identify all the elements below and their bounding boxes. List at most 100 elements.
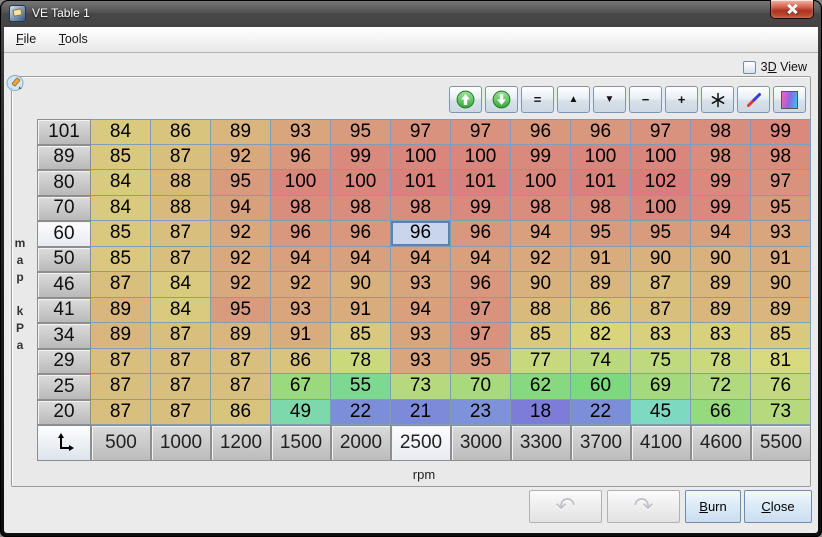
ve-cell[interactable]: 72 bbox=[691, 374, 751, 400]
rpm-col-header[interactable]: 3000 bbox=[451, 425, 511, 461]
burn-button[interactable]: Burn bbox=[685, 490, 741, 523]
menu-tools[interactable]: Tools bbox=[50, 27, 97, 46]
map-row-header[interactable]: 29 bbox=[37, 348, 91, 374]
ve-cell[interactable]: 99 bbox=[331, 144, 391, 170]
ve-cell[interactable]: 95 bbox=[211, 170, 271, 196]
ve-cell[interactable]: 101 bbox=[451, 170, 511, 196]
ve-cell[interactable]: 66 bbox=[691, 399, 751, 425]
ve-cell[interactable]: 93 bbox=[751, 221, 811, 247]
map-row-header[interactable]: 41 bbox=[37, 297, 91, 323]
subtract-button[interactable]: − bbox=[629, 86, 662, 113]
ve-cell[interactable]: 96 bbox=[451, 221, 511, 247]
rpm-col-header[interactable]: 3300 bbox=[511, 425, 571, 461]
close-window-button[interactable]: Close bbox=[744, 490, 812, 523]
ve-cell[interactable]: 99 bbox=[691, 195, 751, 221]
ve-cell[interactable]: 97 bbox=[391, 119, 451, 145]
ve-cell[interactable]: 95 bbox=[631, 221, 691, 247]
scale-up-button[interactable] bbox=[449, 86, 482, 113]
ve-cell[interactable]: 92 bbox=[211, 246, 271, 272]
ve-cell[interactable]: 96 bbox=[511, 119, 571, 145]
ve-cell[interactable]: 98 bbox=[391, 195, 451, 221]
ve-cell[interactable]: 99 bbox=[451, 195, 511, 221]
ve-cell[interactable]: 85 bbox=[91, 221, 151, 247]
ve-cell[interactable]: 77 bbox=[511, 348, 571, 374]
ve-cell[interactable]: 87 bbox=[151, 323, 211, 349]
ve-cell[interactable]: 86 bbox=[271, 348, 331, 374]
ve-cell[interactable]: 78 bbox=[331, 348, 391, 374]
ve-cell[interactable]: 87 bbox=[211, 374, 271, 400]
ve-cell[interactable]: 83 bbox=[691, 323, 751, 349]
ve-cell[interactable]: 91 bbox=[571, 246, 631, 272]
ve-cell[interactable]: 94 bbox=[211, 195, 271, 221]
ve-cell[interactable]: 100 bbox=[271, 170, 331, 196]
ve-cell[interactable]: 89 bbox=[211, 323, 271, 349]
ve-cell[interactable]: 18 bbox=[511, 399, 571, 425]
redo-button[interactable]: ↷ bbox=[607, 490, 680, 523]
decrement-button[interactable]: ▼ bbox=[593, 86, 626, 113]
increment-button[interactable]: ▲ bbox=[557, 86, 590, 113]
ve-cell-selected[interactable]: 96 bbox=[391, 221, 451, 247]
ve-cell[interactable]: 22 bbox=[571, 399, 631, 425]
ve-cell[interactable]: 87 bbox=[631, 272, 691, 298]
ve-cell[interactable]: 93 bbox=[271, 297, 331, 323]
ve-cell[interactable]: 98 bbox=[331, 195, 391, 221]
ve-cell[interactable]: 93 bbox=[391, 272, 451, 298]
map-row-header[interactable]: 50 bbox=[37, 246, 91, 272]
ve-cell[interactable]: 90 bbox=[751, 272, 811, 298]
ve-cell[interactable]: 96 bbox=[271, 221, 331, 247]
ve-cell[interactable]: 86 bbox=[571, 297, 631, 323]
ve-cell[interactable]: 94 bbox=[391, 297, 451, 323]
ve-cell[interactable]: 97 bbox=[631, 119, 691, 145]
ve-cell[interactable]: 84 bbox=[91, 119, 151, 145]
ve-cell[interactable]: 98 bbox=[511, 195, 571, 221]
ve-cell[interactable]: 94 bbox=[391, 246, 451, 272]
ve-cell[interactable]: 73 bbox=[751, 399, 811, 425]
ve-cell[interactable]: 87 bbox=[91, 348, 151, 374]
ve-cell[interactable]: 90 bbox=[331, 272, 391, 298]
ve-cell[interactable]: 84 bbox=[151, 297, 211, 323]
map-row-header[interactable]: 101 bbox=[37, 119, 91, 145]
ve-cell[interactable]: 96 bbox=[271, 144, 331, 170]
ve-cell[interactable]: 91 bbox=[751, 246, 811, 272]
ve-cell[interactable]: 100 bbox=[451, 144, 511, 170]
ve-cell[interactable]: 85 bbox=[91, 246, 151, 272]
multiply-button[interactable] bbox=[701, 86, 734, 113]
ve-cell[interactable]: 76 bbox=[751, 374, 811, 400]
ve-cell[interactable]: 87 bbox=[151, 348, 211, 374]
ve-cell[interactable]: 88 bbox=[151, 170, 211, 196]
ve-cell[interactable]: 60 bbox=[571, 374, 631, 400]
ve-cell[interactable]: 82 bbox=[571, 323, 631, 349]
title-bar[interactable]: VE Table 1 bbox=[0, 0, 822, 27]
rpm-col-header[interactable]: 3700 bbox=[571, 425, 631, 461]
scale-down-button[interactable] bbox=[485, 86, 518, 113]
map-row-header[interactable]: 60 bbox=[37, 221, 91, 247]
map-row-header[interactable]: 46 bbox=[37, 272, 91, 298]
ve-cell[interactable]: 97 bbox=[451, 119, 511, 145]
ve-cell[interactable]: 89 bbox=[91, 323, 151, 349]
ve-cell[interactable]: 94 bbox=[451, 246, 511, 272]
map-row-header[interactable]: 34 bbox=[37, 323, 91, 349]
ve-cell[interactable]: 94 bbox=[511, 221, 571, 247]
ve-cell[interactable]: 87 bbox=[91, 399, 151, 425]
ve-cell[interactable]: 87 bbox=[91, 374, 151, 400]
ve-cell[interactable]: 92 bbox=[271, 272, 331, 298]
menu-file[interactable]: File bbox=[7, 27, 45, 46]
ve-cell[interactable]: 97 bbox=[751, 170, 811, 196]
ve-cell[interactable]: 55 bbox=[331, 374, 391, 400]
map-row-header[interactable]: 80 bbox=[37, 170, 91, 196]
add-button[interactable]: + bbox=[665, 86, 698, 113]
ve-cell[interactable]: 99 bbox=[511, 144, 571, 170]
ve-cell[interactable]: 90 bbox=[631, 246, 691, 272]
ve-cell[interactable]: 87 bbox=[151, 221, 211, 247]
ve-cell[interactable]: 89 bbox=[91, 297, 151, 323]
ve-cell[interactable]: 89 bbox=[691, 297, 751, 323]
ve-cell[interactable]: 92 bbox=[211, 272, 271, 298]
ve-cell[interactable]: 22 bbox=[331, 399, 391, 425]
ve-cell[interactable]: 84 bbox=[151, 272, 211, 298]
edit-note-icon[interactable] bbox=[5, 73, 27, 95]
ve-cell[interactable]: 92 bbox=[211, 221, 271, 247]
ve-cell[interactable]: 89 bbox=[751, 297, 811, 323]
ve-cell[interactable]: 89 bbox=[691, 272, 751, 298]
ve-cell[interactable]: 92 bbox=[211, 144, 271, 170]
ve-cell[interactable]: 95 bbox=[211, 297, 271, 323]
